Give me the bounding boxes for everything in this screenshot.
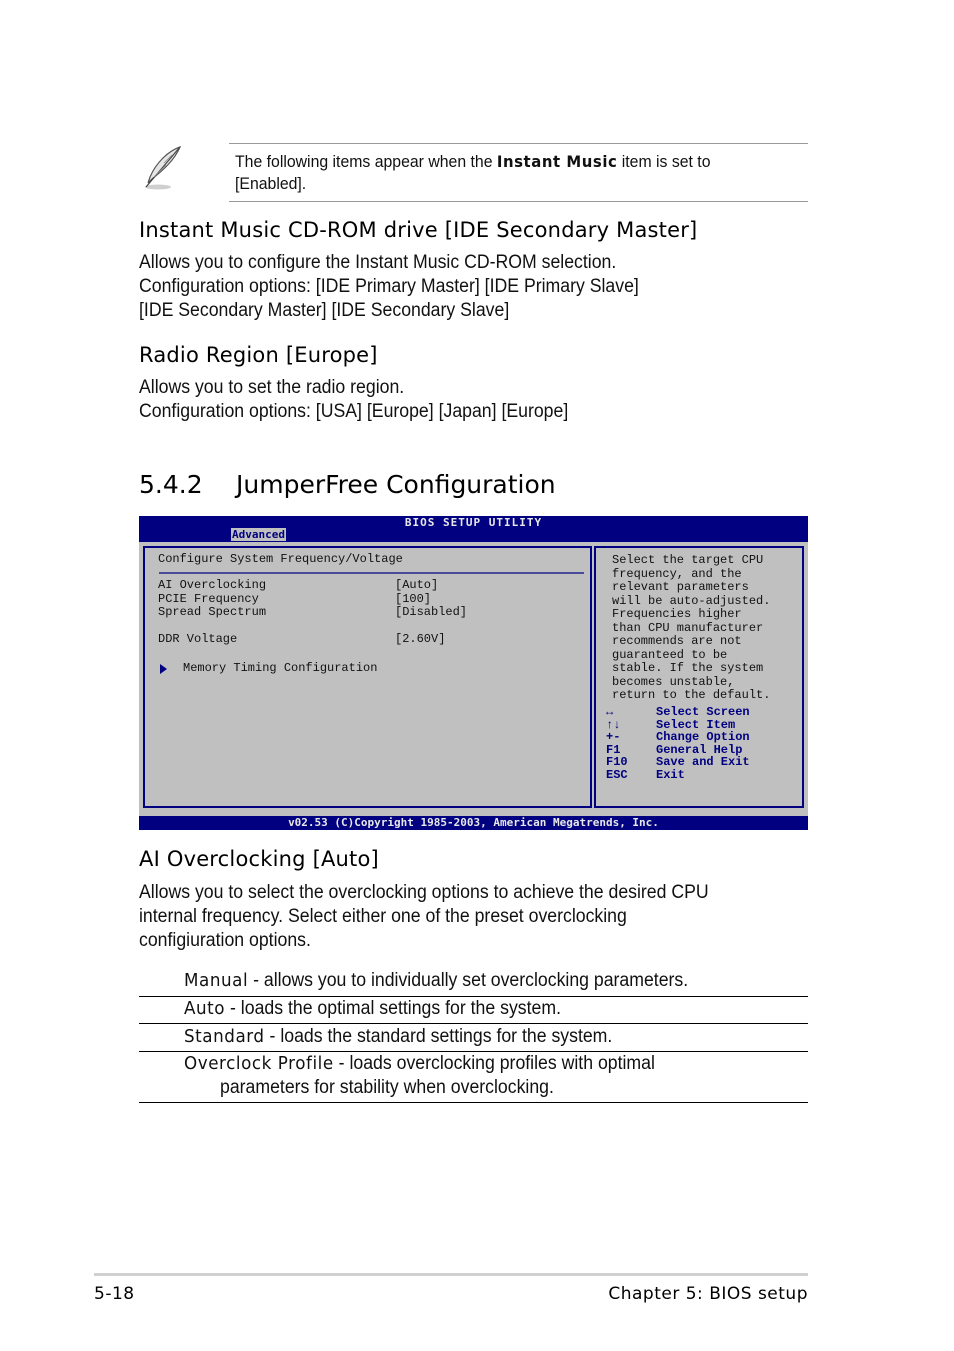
bios-item-value: [2.60V] xyxy=(395,632,446,646)
instant-music-cdrom-options: Configuration options: [IDE Primary Mast… xyxy=(139,276,639,297)
note-text-after: item is set to xyxy=(617,152,711,171)
key-label: ESC xyxy=(606,767,628,782)
option-overclock-profile: Overclock Profile - loads overclocking p… xyxy=(184,1052,655,1076)
help-line: stable. If the system xyxy=(612,661,764,675)
submenu-arrow-icon xyxy=(160,664,167,674)
help-line: Select the target CPU xyxy=(612,553,764,567)
radio-region-heading: Radio Region [Europe] xyxy=(139,343,378,367)
bios-key-legend: ↔ Select Screen ↑↓ Select Item +- Change Op… xyxy=(606,706,801,782)
section-title: JumperFree Configuration xyxy=(236,470,556,499)
key-action: Exit xyxy=(656,767,685,782)
bios-copyright-bar: v02.53 (C)Copyright 1985-2003, American … xyxy=(139,816,808,830)
option-name: Overclock Profile xyxy=(184,1053,334,1074)
radio-region-desc: Allows you to set the radio region. xyxy=(139,377,405,398)
bios-screen: BIOS SETUP UTILITY Advanced Configure Sy… xyxy=(139,516,808,830)
option-manual: Manual - allows you to individually set … xyxy=(184,969,688,993)
option-name: Standard xyxy=(184,1026,265,1047)
page-number: 5-18 xyxy=(94,1284,135,1304)
option-auto: Auto - loads the optimal settings for th… xyxy=(184,997,561,1021)
option-desc: - allows you to individually set overclo… xyxy=(248,970,689,991)
radio-region-options: Configuration options: [USA] [Europe] [J… xyxy=(139,401,569,422)
ai-overclocking-desc-2: internal frequency. Select either one of… xyxy=(139,906,627,927)
bios-panel-title: Configure System Frequency/Voltage xyxy=(158,552,403,566)
option-divider xyxy=(139,1102,808,1103)
ai-overclocking-heading: AI Overclocking [Auto] xyxy=(139,847,379,871)
ai-overclocking-desc: Allows you to select the overclocking op… xyxy=(139,882,709,903)
option-desc: - loads the standard settings for the sy… xyxy=(264,1026,613,1047)
option-desc-continued: parameters for stability when overclocki… xyxy=(220,1077,554,1098)
bios-item-label: PCIE Frequency xyxy=(158,591,259,606)
key-row-change-option: +- Change Option xyxy=(606,731,801,744)
bios-item-label: Spread Spectrum xyxy=(158,605,267,619)
note-line-2: [Enabled]. xyxy=(235,174,307,193)
instant-music-cdrom-options-cont: [IDE Secondary Master] [IDE Secondary Sl… xyxy=(139,300,510,321)
note-line-1: The following items appear when the Inst… xyxy=(235,151,710,173)
help-line: becomes unstable, xyxy=(612,674,735,689)
help-line: guaranteed to be xyxy=(612,647,728,662)
key-row-save-exit: F10 Save and Exit xyxy=(606,756,801,769)
help-line: frequency, and the xyxy=(612,566,742,581)
option-name: Manual xyxy=(184,970,249,991)
option-desc: - loads the optimal settings for the sys… xyxy=(225,998,561,1019)
bios-settings-panel: Configure System Frequency/Voltage AI Ov… xyxy=(143,546,592,808)
instant-music-cdrom-desc: Allows you to configure the Instant Musi… xyxy=(139,252,617,273)
option-standard: Standard - loads the standard settings f… xyxy=(184,1025,612,1049)
help-line: will be auto-adjusted. xyxy=(612,593,771,608)
help-line: recommends are not xyxy=(612,634,742,648)
bios-help-text: Select the target CPU frequency, and the… xyxy=(612,553,771,703)
instant-music-cdrom-heading: Instant Music CD-ROM drive [IDE Secondar… xyxy=(139,218,698,242)
option-name: Auto xyxy=(184,998,226,1019)
tab-advanced[interactable]: Advanced xyxy=(231,528,286,541)
plus-minus-icon: +- xyxy=(606,730,621,745)
note-bold-term: Instant Music xyxy=(496,152,618,171)
key-row-select-screen: ↔ Select Screen xyxy=(606,706,801,719)
left-right-arrow-icon: ↔ xyxy=(606,705,614,719)
bios-item-value: [100] xyxy=(395,591,432,606)
ai-overclocking-desc-3: configiuration options. xyxy=(139,930,311,951)
key-row-exit: ESC Exit xyxy=(606,769,801,782)
note-text: The following items appear when the xyxy=(235,152,497,171)
bios-help-panel: Select the target CPU frequency, and the… xyxy=(594,546,804,808)
option-desc: - loads overclocking profiles with optim… xyxy=(333,1053,655,1074)
bios-item-value: [Disabled] xyxy=(395,605,468,619)
help-line: return to the default. xyxy=(612,688,771,702)
feather-pen-icon xyxy=(145,146,182,190)
key-action: Select Screen xyxy=(656,705,750,719)
bios-item-label: AI Overclocking xyxy=(158,578,267,592)
bios-title-bar: BIOS SETUP UTILITY Advanced xyxy=(139,516,808,542)
bios-item-label: DDR Voltage xyxy=(158,632,238,646)
bios-submenu-label: Memory Timing Configuration xyxy=(183,661,378,675)
help-line: Frequencies higher xyxy=(612,607,742,621)
note-top-rule xyxy=(229,143,808,144)
help-line: than CPU manufacturer xyxy=(612,620,764,635)
help-line: relevant parameters xyxy=(612,580,749,594)
bios-panel-separator xyxy=(159,572,584,574)
option-divider xyxy=(139,1023,808,1024)
chapter-title: Chapter 5: BIOS setup xyxy=(608,1284,808,1304)
bios-item-value: [Auto] xyxy=(395,578,439,592)
footer-rule xyxy=(94,1273,808,1276)
note-bottom-rule xyxy=(229,201,808,202)
key-action: Change Option xyxy=(656,730,750,745)
section-number: 5.4.2 xyxy=(139,470,203,499)
